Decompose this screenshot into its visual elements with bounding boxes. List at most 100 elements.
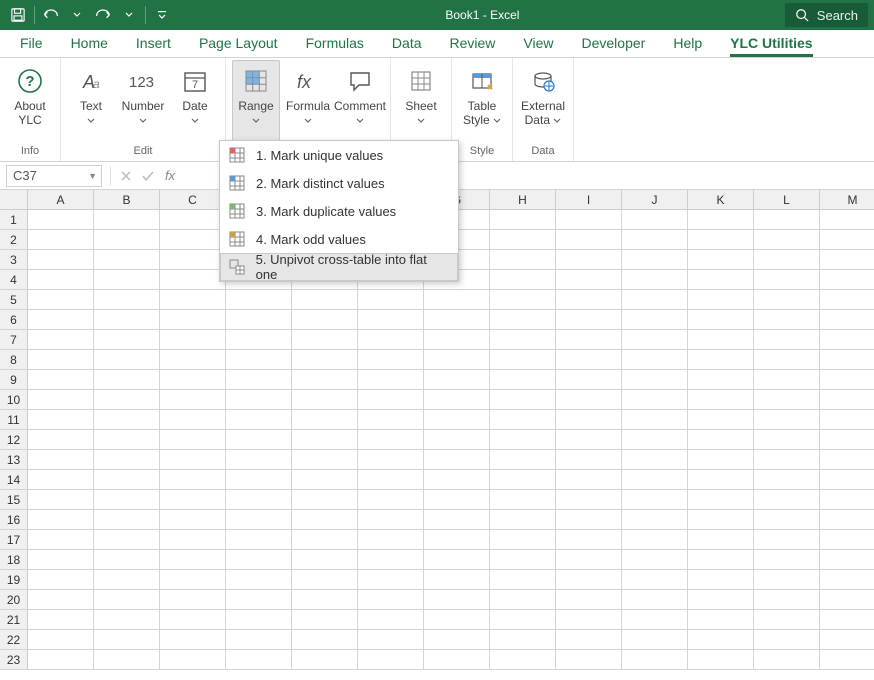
cell[interactable] bbox=[688, 530, 754, 550]
cell[interactable] bbox=[94, 410, 160, 430]
menu-item-5[interactable]: 5. Unpivot cross-table into flat one bbox=[220, 253, 458, 281]
cell[interactable] bbox=[358, 550, 424, 570]
cell[interactable] bbox=[292, 530, 358, 550]
cell[interactable] bbox=[28, 430, 94, 450]
cell[interactable] bbox=[820, 430, 874, 450]
cell[interactable] bbox=[556, 290, 622, 310]
undo-button[interactable] bbox=[39, 3, 63, 27]
cell[interactable] bbox=[226, 490, 292, 510]
cell[interactable] bbox=[28, 450, 94, 470]
cell[interactable] bbox=[28, 550, 94, 570]
cell[interactable] bbox=[94, 310, 160, 330]
cell[interactable] bbox=[292, 390, 358, 410]
cell[interactable] bbox=[754, 590, 820, 610]
cell[interactable] bbox=[688, 330, 754, 350]
cell[interactable] bbox=[226, 470, 292, 490]
qat-customize[interactable] bbox=[150, 3, 174, 27]
cell[interactable] bbox=[292, 330, 358, 350]
cell[interactable] bbox=[358, 350, 424, 370]
row-header[interactable]: 16 bbox=[0, 510, 28, 530]
cell[interactable] bbox=[556, 470, 622, 490]
cell[interactable] bbox=[358, 290, 424, 310]
cell[interactable] bbox=[226, 630, 292, 650]
cell[interactable] bbox=[754, 370, 820, 390]
redo-button[interactable] bbox=[91, 3, 115, 27]
cell[interactable] bbox=[28, 250, 94, 270]
cell[interactable] bbox=[754, 290, 820, 310]
tab-insert[interactable]: Insert bbox=[122, 31, 185, 57]
cancel-icon[interactable] bbox=[115, 165, 137, 187]
cell[interactable] bbox=[556, 490, 622, 510]
cell[interactable] bbox=[226, 570, 292, 590]
tab-home[interactable]: Home bbox=[57, 31, 122, 57]
cell[interactable] bbox=[424, 390, 490, 410]
cell[interactable] bbox=[490, 530, 556, 550]
tab-file[interactable]: File bbox=[6, 31, 57, 57]
cell[interactable] bbox=[358, 570, 424, 590]
cell[interactable] bbox=[94, 290, 160, 310]
cell[interactable] bbox=[94, 210, 160, 230]
row-header[interactable]: 21 bbox=[0, 610, 28, 630]
cell[interactable] bbox=[28, 470, 94, 490]
cell[interactable] bbox=[358, 510, 424, 530]
row-header[interactable]: 9 bbox=[0, 370, 28, 390]
cell[interactable] bbox=[424, 370, 490, 390]
cell[interactable] bbox=[94, 590, 160, 610]
cell[interactable] bbox=[160, 630, 226, 650]
cell[interactable] bbox=[754, 630, 820, 650]
cell[interactable] bbox=[622, 390, 688, 410]
cell[interactable] bbox=[424, 290, 490, 310]
cell[interactable] bbox=[160, 650, 226, 670]
cell[interactable] bbox=[94, 610, 160, 630]
cell[interactable] bbox=[358, 410, 424, 430]
cell[interactable] bbox=[292, 350, 358, 370]
cell[interactable] bbox=[292, 450, 358, 470]
row-header[interactable]: 20 bbox=[0, 590, 28, 610]
cell[interactable] bbox=[94, 450, 160, 470]
row-header[interactable]: 1 bbox=[0, 210, 28, 230]
cell[interactable] bbox=[490, 390, 556, 410]
cell[interactable] bbox=[28, 210, 94, 230]
cell[interactable] bbox=[94, 650, 160, 670]
cell[interactable] bbox=[424, 490, 490, 510]
cell[interactable] bbox=[754, 510, 820, 530]
cell[interactable] bbox=[292, 550, 358, 570]
column-header[interactable]: A bbox=[28, 190, 94, 210]
cell[interactable] bbox=[292, 470, 358, 490]
cell[interactable] bbox=[358, 530, 424, 550]
cell[interactable] bbox=[292, 630, 358, 650]
cell[interactable] bbox=[424, 310, 490, 330]
save-button[interactable] bbox=[6, 3, 30, 27]
cell[interactable] bbox=[424, 630, 490, 650]
cell[interactable] bbox=[820, 470, 874, 490]
row-header[interactable]: 14 bbox=[0, 470, 28, 490]
cell[interactable] bbox=[490, 450, 556, 470]
row-header[interactable]: 2 bbox=[0, 230, 28, 250]
cell[interactable] bbox=[226, 530, 292, 550]
cell[interactable] bbox=[292, 610, 358, 630]
cell[interactable] bbox=[820, 570, 874, 590]
cell[interactable] bbox=[622, 610, 688, 630]
sheet-button[interactable]: Sheet bbox=[397, 60, 445, 144]
cell[interactable] bbox=[820, 350, 874, 370]
row-header[interactable]: 11 bbox=[0, 410, 28, 430]
cell[interactable] bbox=[490, 490, 556, 510]
cell[interactable] bbox=[424, 550, 490, 570]
cell[interactable] bbox=[160, 490, 226, 510]
cell[interactable] bbox=[556, 530, 622, 550]
row-header[interactable]: 12 bbox=[0, 430, 28, 450]
cell[interactable] bbox=[622, 450, 688, 470]
cell[interactable] bbox=[94, 510, 160, 530]
cell[interactable] bbox=[490, 310, 556, 330]
cell[interactable] bbox=[490, 210, 556, 230]
cell[interactable] bbox=[622, 330, 688, 350]
cell[interactable] bbox=[94, 530, 160, 550]
cell[interactable] bbox=[622, 210, 688, 230]
cell[interactable] bbox=[424, 610, 490, 630]
column-header[interactable]: B bbox=[94, 190, 160, 210]
cell[interactable] bbox=[820, 410, 874, 430]
text-button[interactable]: AaText bbox=[67, 60, 115, 144]
cell[interactable] bbox=[754, 430, 820, 450]
cell[interactable] bbox=[622, 310, 688, 330]
cell[interactable] bbox=[754, 470, 820, 490]
